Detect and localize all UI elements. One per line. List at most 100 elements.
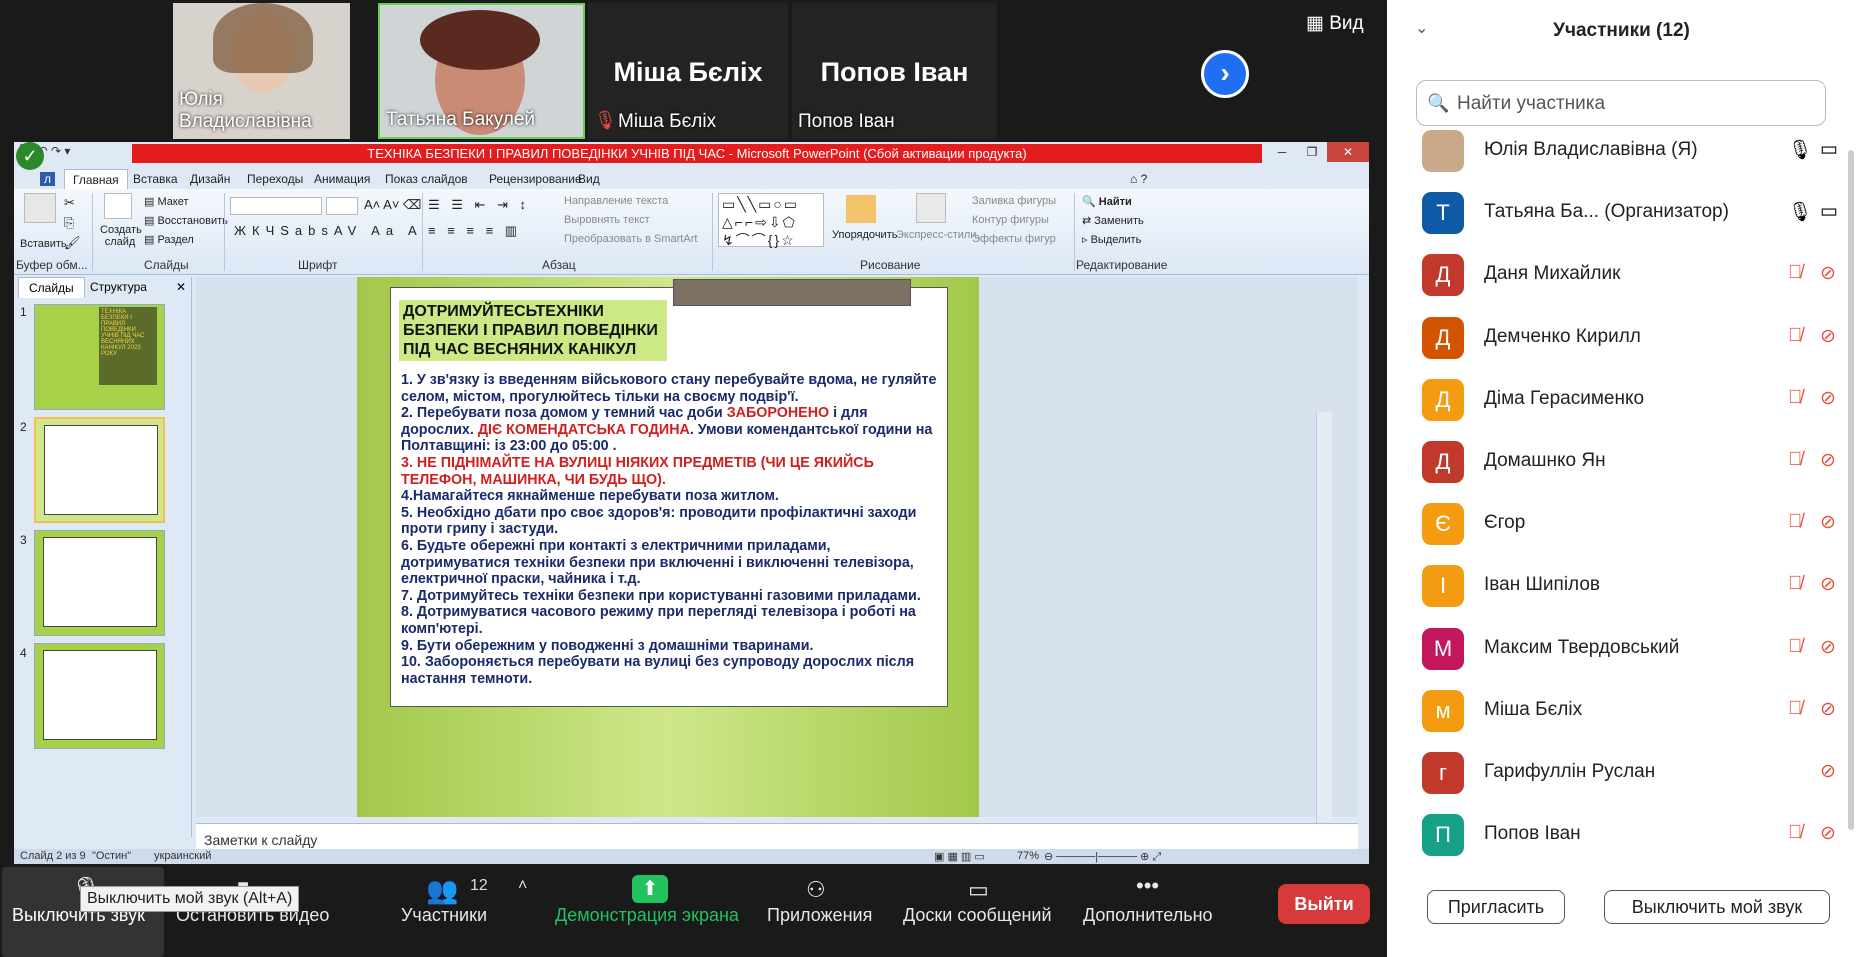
list-buttons[interactable]: ☰ ☰ ⇤ ⇥ ↕ (428, 197, 530, 213)
slide-thumbnail-4[interactable] (34, 643, 165, 749)
shape-effects-button[interactable]: Эффекты фигур (972, 233, 1056, 245)
video-off-icon[interactable]: ⊘ (1820, 325, 1836, 348)
tab-insert[interactable]: Вставка (133, 172, 178, 186)
mute-me-button[interactable]: Выключить мой звук (1604, 890, 1830, 924)
mic-muted-icon[interactable]: 🎙̸ (1788, 698, 1802, 720)
minimize-icon[interactable]: ─ (1267, 142, 1297, 162)
layout-button[interactable]: ▤ Макет (144, 195, 189, 208)
mic-muted-icon[interactable]: 🎙̸ (1788, 636, 1802, 658)
tab-slideshow[interactable]: Показ слайдов (385, 172, 468, 186)
zoom-slider[interactable]: ⊖ ─────|───── ⊕ ⤢ (1044, 850, 1161, 864)
shapes-gallery[interactable]: ▭╲╲▭○▭ △⌐⌐⇨⇩⬠ ↯⌒⌒{}☆ (718, 193, 824, 248)
participants-icon[interactable]: 👥 (426, 875, 458, 906)
mic-muted-icon[interactable]: 🎙̸ (1788, 449, 1802, 471)
find-button[interactable]: 🔍 Найти (1082, 195, 1132, 208)
tab-transitions[interactable]: Переходы (247, 172, 303, 186)
participant-row[interactable]: Т Татьяна Ба... (Организатор) 🎙 ▭ (1422, 192, 1842, 242)
apps-icon[interactable]: ⚇ (806, 877, 826, 903)
microphone-icon[interactable]: 🎙 (1788, 138, 1812, 162)
align-buttons[interactable]: ≡ ≡ ≡ ≡ ▥ (428, 223, 521, 239)
shape-fill-button[interactable]: Заливка фигуры (972, 195, 1056, 207)
slide-thumbnail-2[interactable] (34, 417, 165, 523)
panel-scrollbar[interactable] (1848, 150, 1854, 830)
participant-row[interactable]: І Іван Шипілов 🎙̸ ⊘ (1422, 565, 1842, 615)
tab-animation[interactable]: Анимация (314, 172, 370, 186)
font-style-buttons[interactable]: ЖКЧSabsAV Aa A (234, 223, 423, 238)
help-icon[interactable]: ⌂ ? (1130, 172, 1147, 186)
leave-button[interactable]: Выйти (1278, 884, 1370, 924)
format-painter-icon[interactable]: 🖌 (64, 235, 81, 251)
quick-styles-button[interactable]: Экспресс-стили (896, 229, 976, 241)
align-text-button[interactable]: Выровнять текст (564, 214, 650, 226)
participant-row[interactable]: М Максим Твердовський 🎙̸ ⊘ (1422, 627, 1842, 678)
share-screen-button[interactable]: Демонстрация экрана (555, 905, 739, 926)
shape-outline-button[interactable]: Контур фигуры (972, 214, 1049, 226)
slide-scrollbar[interactable] (1316, 412, 1332, 864)
video-off-icon[interactable]: ⊘ (1820, 511, 1836, 534)
replace-button[interactable]: ⇄ Заменить (1082, 214, 1144, 227)
tab-view[interactable]: Вид (578, 172, 600, 186)
video-off-icon[interactable]: ⊘ (1820, 760, 1836, 783)
close-icon[interactable]: ✕ (1327, 142, 1369, 162)
slide-thumbnail-1[interactable]: ТЕХНІКА БЕЗПЕКИ І ПРАВИЛ ПОВЕДІНКИ УЧНІВ… (34, 304, 165, 410)
video-off-icon[interactable]: ⊘ (1820, 698, 1836, 721)
paste-icon[interactable] (24, 193, 56, 223)
chevron-up-icon[interactable]: ˄ (518, 877, 527, 895)
copy-icon[interactable]: ⎘ (64, 215, 74, 231)
font-size-select[interactable] (326, 197, 358, 215)
close-pane-icon[interactable]: ✕ (176, 280, 186, 294)
invite-button[interactable]: Пригласить (1427, 890, 1565, 924)
arrange-button[interactable]: Упорядочить (832, 229, 897, 241)
whiteboards-button[interactable]: Доски сообщений (903, 905, 1052, 926)
camera-icon[interactable]: ▭ (1820, 138, 1838, 161)
video-off-icon[interactable]: ⊘ (1820, 262, 1836, 285)
view-buttons[interactable]: ▣ ▦ ▥ ▭ (934, 850, 985, 863)
participant-row[interactable]: П Попов Іван 🎙̸ ⊘ (1422, 814, 1842, 864)
next-page-button[interactable]: › (1201, 50, 1249, 98)
mic-muted-icon[interactable]: 🎙̸ (1788, 822, 1802, 844)
camera-icon[interactable]: ▭ (1820, 200, 1838, 223)
quick-styles-icon[interactable] (916, 193, 946, 223)
video-tile-tatyana[interactable]: Татьяна Бакулей (378, 3, 585, 139)
section-button[interactable]: ▤ Раздел (144, 233, 194, 246)
more-button[interactable]: Дополнительно (1083, 905, 1213, 926)
tab-file[interactable]: л (40, 172, 56, 186)
smartart-button[interactable]: Преобразовать в SmartArt (564, 233, 697, 245)
video-off-icon[interactable]: ⊘ (1820, 449, 1836, 472)
participant-search-input[interactable]: Найти участника (1416, 80, 1826, 126)
reset-button[interactable]: ▤ Восстановить (144, 214, 228, 227)
share-screen-icon[interactable]: ⬆ (632, 875, 668, 903)
video-tile-yulia[interactable]: Юлія Владиславівна (173, 3, 350, 139)
mic-muted-icon[interactable]: 🎙̸ (1788, 262, 1802, 284)
cut-icon[interactable]: ✂ (64, 195, 75, 211)
slide[interactable]: ДОТРИМУЙТЕСЬТЕХНІКИ БЕЗПЕКИ І ПРАВИЛ ПОВ… (357, 277, 979, 817)
video-off-icon[interactable]: ⊘ (1820, 387, 1836, 410)
apps-button[interactable]: Приложения (767, 905, 872, 926)
font-name-select[interactable] (230, 197, 322, 215)
text-direction-button[interactable]: Направление текста (564, 195, 668, 207)
mic-muted-icon[interactable]: 🎙̸ (1788, 387, 1802, 409)
participant-row[interactable]: м Міша Бєліх 🎙̸ ⊘ (1422, 689, 1842, 740)
select-button[interactable]: ▹ Выделить (1082, 233, 1141, 246)
mic-muted-icon[interactable]: 🎙̸ (1788, 573, 1802, 595)
participant-row[interactable]: Д Домашнко Ян 🎙̸ ⊘ (1422, 441, 1842, 491)
whiteboard-icon[interactable]: ▭ (968, 877, 989, 903)
arrange-icon[interactable] (846, 195, 876, 223)
video-tile-misha[interactable]: Міша Бєліх Міша Бєліх 🎙 (588, 3, 788, 139)
video-off-icon[interactable]: ⊘ (1820, 573, 1836, 596)
mic-muted-icon[interactable]: 🎙̸ (1788, 325, 1802, 347)
participant-row[interactable]: Д Демченко Кирилл 🎙̸ ⊘ (1422, 316, 1842, 367)
video-off-icon[interactable]: ⊘ (1820, 636, 1836, 659)
participant-row[interactable]: Д Діма Герасименко 🎙̸ ⊘ (1422, 378, 1842, 429)
participant-row[interactable]: Д Даня Михайлик 🎙̸ ⊘ (1422, 254, 1842, 304)
tab-outline[interactable]: Структура (90, 280, 147, 294)
video-off-icon[interactable]: ⊘ (1820, 822, 1836, 845)
maximize-icon[interactable]: ❐ (1297, 142, 1327, 162)
view-button[interactable]: ▦ Вид (1306, 12, 1364, 35)
participants-button[interactable]: Участники (401, 905, 487, 926)
tab-review[interactable]: Рецензирование (489, 172, 582, 186)
tab-home[interactable]: Главная (64, 169, 128, 190)
new-slide-button[interactable]: Создать слайд (100, 224, 142, 248)
new-slide-icon[interactable] (104, 193, 132, 219)
participant-row[interactable]: г Гарифуллін Руслан ⊘ (1422, 752, 1842, 802)
